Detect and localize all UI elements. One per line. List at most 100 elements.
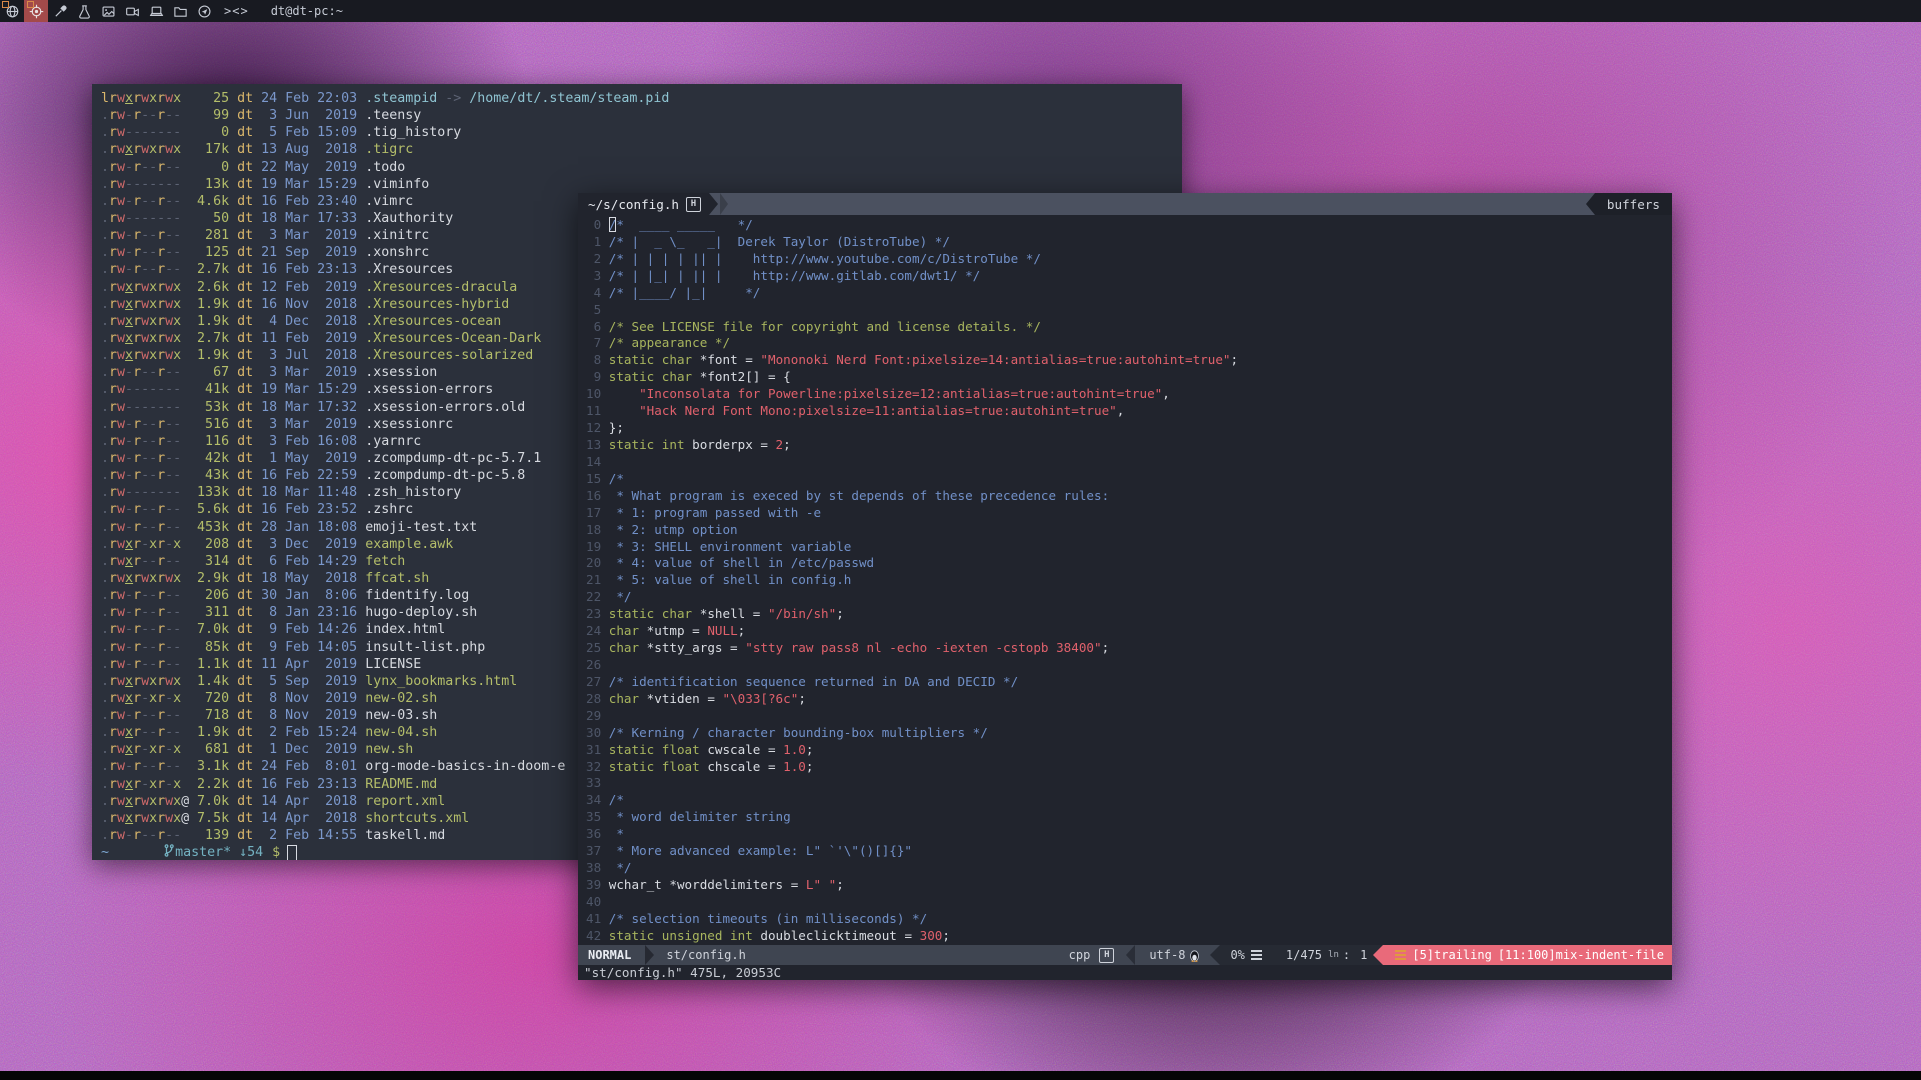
file-row: .rw-r--r-- 0 dt 22 May 2019 .todo — [101, 159, 1182, 176]
line-number: 17 — [586, 505, 601, 522]
image-icon[interactable] — [96, 0, 120, 22]
file-name: .xonshrc — [357, 245, 429, 260]
code-line: 20 * 4: value of shell in /etc/passwd — [578, 555, 1672, 572]
file-date: 16 Feb 23:40 — [261, 194, 357, 209]
file-owner: dt — [229, 91, 261, 106]
flask-icon[interactable] — [72, 0, 96, 22]
file-owner: dt — [229, 708, 261, 723]
line-number: 40 — [586, 894, 601, 911]
code-line: 2/* | | | | || | http://www.youtube.com/… — [578, 251, 1672, 268]
code-line: 11 "Hack Nerd Font Mono:pixelsize=11:ant… — [578, 403, 1672, 420]
line-number: 27 — [586, 674, 601, 691]
file-size: 1.9k — [189, 725, 229, 740]
code-line: 28char *vtiden = "\033[?6c"; — [578, 691, 1672, 708]
prompt-path: ~ — [101, 844, 109, 860]
mixed-indent-warning: [11:100]mix-indent-file — [1498, 948, 1664, 962]
file-date: 22 May 2019 — [261, 160, 357, 175]
file-date: 16 Feb 23:13 — [261, 777, 357, 792]
symlink-arrow: -> — [437, 91, 469, 106]
line-number: 7 — [586, 335, 601, 352]
terminal-cursor[interactable] — [287, 845, 297, 860]
trailing-whitespace-warning: [5]trailing — [1412, 948, 1491, 962]
file-date: 1 May 2019 — [261, 451, 357, 466]
file-owner: dt — [229, 811, 261, 826]
file-name: .steampid — [357, 91, 437, 106]
line-number: 22 — [586, 589, 601, 606]
file-size: 208 — [189, 537, 229, 552]
file-name: .xsession-errors — [357, 382, 493, 397]
file-owner: dt — [229, 468, 261, 483]
line-number: 37 — [586, 843, 601, 860]
code-line: 31static float cwscale = 1.0; — [578, 742, 1672, 759]
code-line: 32static float chscale = 1.0; — [578, 759, 1672, 776]
file-date: 11 Feb 2019 — [261, 331, 357, 346]
file-owner: dt — [229, 417, 261, 432]
workspace-indicator-square — [27, 1, 34, 8]
file-row: lrwxrwxrwx 25 dt 24 Feb 22:03 .steampid … — [101, 90, 1182, 107]
file-date: 14 Apr 2018 — [261, 811, 357, 826]
encoding-label: utf-8 — [1135, 948, 1189, 962]
file-size: 133k — [189, 485, 229, 500]
file-name: .todo — [357, 160, 405, 175]
file-owner: dt — [229, 742, 261, 757]
file-date: 14 Apr 2018 — [261, 794, 357, 809]
statusline-left: NORMAL st/config.h cpp H utf-8 — [578, 945, 1210, 965]
code-line: 8static char *font = "Mononoki Nerd Font… — [578, 352, 1672, 369]
eyedropper-icon[interactable] — [48, 0, 72, 22]
file-size: 1.9k — [189, 297, 229, 312]
screen-bottom-strip — [0, 1071, 1921, 1080]
line-number: 34 — [586, 792, 601, 809]
code-line: 26 — [578, 657, 1672, 674]
symlink-target: /home/dt/.steam/steam.pid — [469, 91, 669, 106]
code-line: 33 — [578, 775, 1672, 792]
file-name: .tigrc — [357, 142, 413, 157]
laptop-icon[interactable] — [144, 0, 168, 22]
file-name: ffcat.sh — [357, 571, 429, 586]
file-date: 8 Jan 23:16 — [261, 605, 357, 620]
file-size: 67 — [189, 365, 229, 380]
line-number: 26 — [586, 657, 601, 674]
file-owner: dt — [229, 108, 261, 123]
code-line: 5 — [578, 302, 1672, 319]
tab-buffers[interactable]: buffers — [1595, 193, 1672, 215]
whitespace-warning-icon — [1395, 950, 1406, 960]
line-number: 29 — [586, 708, 601, 725]
file-size: 43k — [189, 468, 229, 483]
line-number: 3 — [586, 268, 601, 285]
code-line: 24char *utmp = NULL; — [578, 623, 1672, 640]
file-name: fidentify.log — [357, 588, 469, 603]
file-date: 28 Jan 18:08 — [261, 520, 357, 535]
window-title: dt@dt-pc:~ — [271, 4, 343, 18]
editor-lines: 0/* ____ _____ */1/* | _ \_ _| Derek Tay… — [578, 217, 1672, 945]
file-date: 16 Feb 23:52 — [261, 502, 357, 517]
file-size: 1.9k — [189, 314, 229, 329]
file-size: 2.7k — [189, 331, 229, 346]
file-date: 11 Apr 2019 — [261, 657, 357, 672]
line-number: 2 — [586, 251, 601, 268]
top-status-bar: ><> dt@dt-pc:~ — [0, 0, 1921, 22]
tab-config-h[interactable]: ~/s/config.h H — [578, 193, 709, 215]
folder-icon[interactable] — [168, 0, 192, 22]
file-owner: dt — [229, 451, 261, 466]
line-number: 12 — [586, 420, 601, 437]
code-line: 39wchar_t *worddelimiters = L" "; — [578, 877, 1672, 894]
video-camera-icon[interactable] — [120, 0, 144, 22]
file-date: 8 Nov 2019 — [261, 691, 357, 706]
file-date: 6 Feb 14:29 — [261, 554, 357, 569]
code-line: 35 * word delimiter string — [578, 809, 1672, 826]
code-area[interactable]: 0/* ____ _____ */1/* | _ \_ _| Derek Tay… — [578, 215, 1672, 945]
line-number: 4 — [586, 285, 601, 302]
file-name: README.md — [357, 777, 437, 792]
send-icon[interactable] — [192, 0, 216, 22]
tabline-spacer — [728, 193, 1586, 215]
file-size: 681 — [189, 742, 229, 757]
file-size: 17k — [189, 142, 229, 157]
file-size: 0 — [189, 125, 229, 140]
line-number: 32 — [586, 759, 601, 776]
editor-window[interactable]: ~/s/config.h H buffers 0/* ____ _____ */… — [578, 193, 1672, 980]
file-owner: dt — [229, 331, 261, 346]
file-size: 7.0k — [189, 794, 229, 809]
line-number: 16 — [586, 488, 601, 505]
file-date: 5 Feb 15:09 — [261, 125, 357, 140]
scroll-percent: 0% — [1230, 948, 1244, 962]
